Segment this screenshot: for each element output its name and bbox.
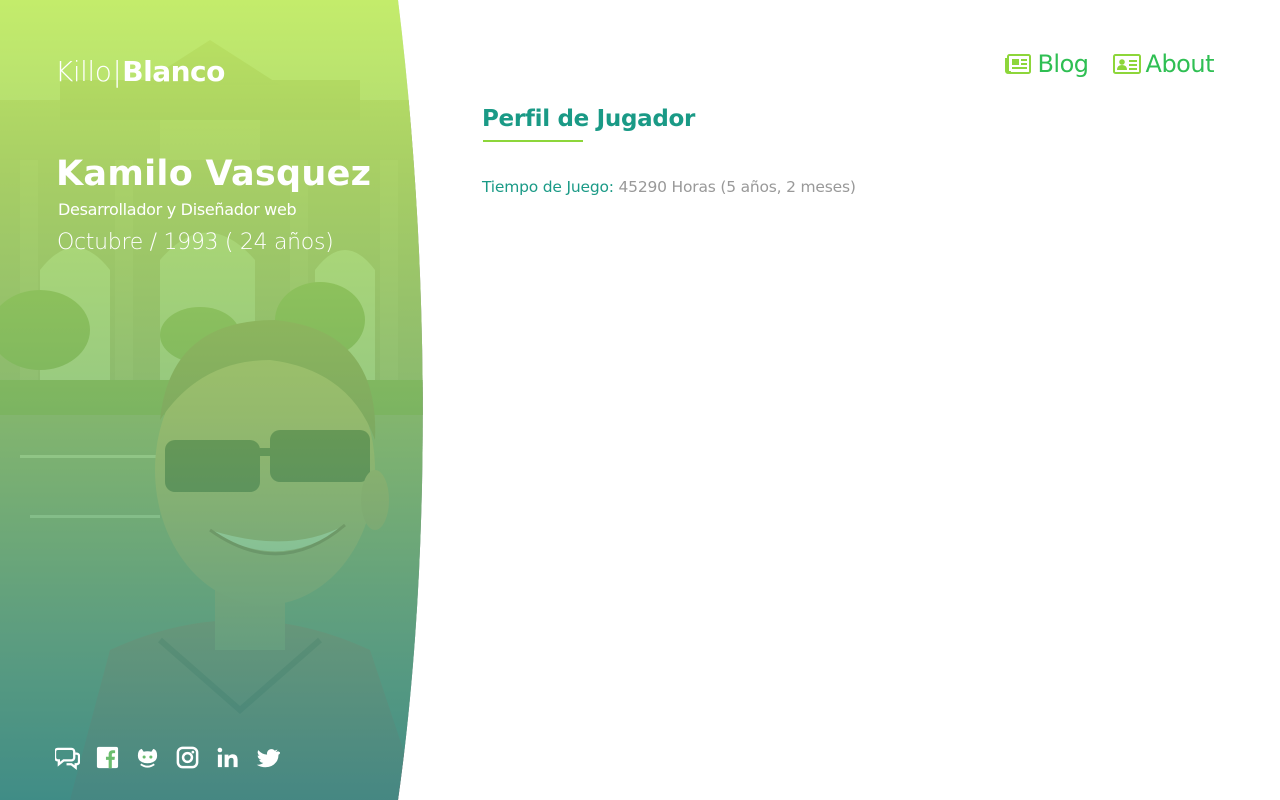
social-links bbox=[55, 744, 280, 770]
title-underline bbox=[483, 140, 583, 142]
stat-value: 45290 Horas (5 años, 2 meses) bbox=[618, 178, 856, 196]
logo-separator: | bbox=[112, 55, 122, 88]
stat-label: Tiempo de Juego: bbox=[482, 178, 614, 196]
twitter-icon[interactable] bbox=[255, 745, 280, 770]
section-title: Perfil de Jugador bbox=[482, 106, 696, 132]
stat-row: Tiempo de Juego: 45290 Horas (5 años, 2 … bbox=[482, 178, 856, 196]
facebook-icon[interactable] bbox=[95, 745, 120, 770]
logo-light-text: Killo bbox=[55, 55, 112, 88]
hero-panel: Killo|Blanco Kamilo Vasquez Desarrollado… bbox=[0, 0, 430, 800]
linkedin-icon[interactable] bbox=[215, 745, 240, 770]
comments-icon[interactable] bbox=[55, 745, 80, 770]
top-nav: Blog About bbox=[1004, 50, 1215, 78]
hero-gradient-overlay bbox=[0, 0, 430, 800]
newspaper-icon bbox=[1005, 54, 1032, 74]
site-logo[interactable]: Killo|Blanco bbox=[55, 55, 225, 88]
profile-birth-date: Octubre / 1993 ( 24 años) bbox=[57, 230, 334, 255]
instagram-icon[interactable] bbox=[175, 745, 200, 770]
github-icon[interactable] bbox=[135, 745, 160, 770]
nav-blog[interactable]: Blog bbox=[1004, 50, 1089, 78]
nav-blog-label: Blog bbox=[1037, 50, 1089, 78]
id-card-icon bbox=[1112, 54, 1141, 74]
logo-bold-text: Blanco bbox=[122, 55, 225, 88]
nav-about[interactable]: About bbox=[1112, 50, 1215, 78]
profile-name: Kamilo Vasquez bbox=[56, 154, 372, 194]
nav-about-label: About bbox=[1145, 50, 1215, 78]
profile-role: Desarrollador y Diseñador web bbox=[58, 200, 297, 219]
